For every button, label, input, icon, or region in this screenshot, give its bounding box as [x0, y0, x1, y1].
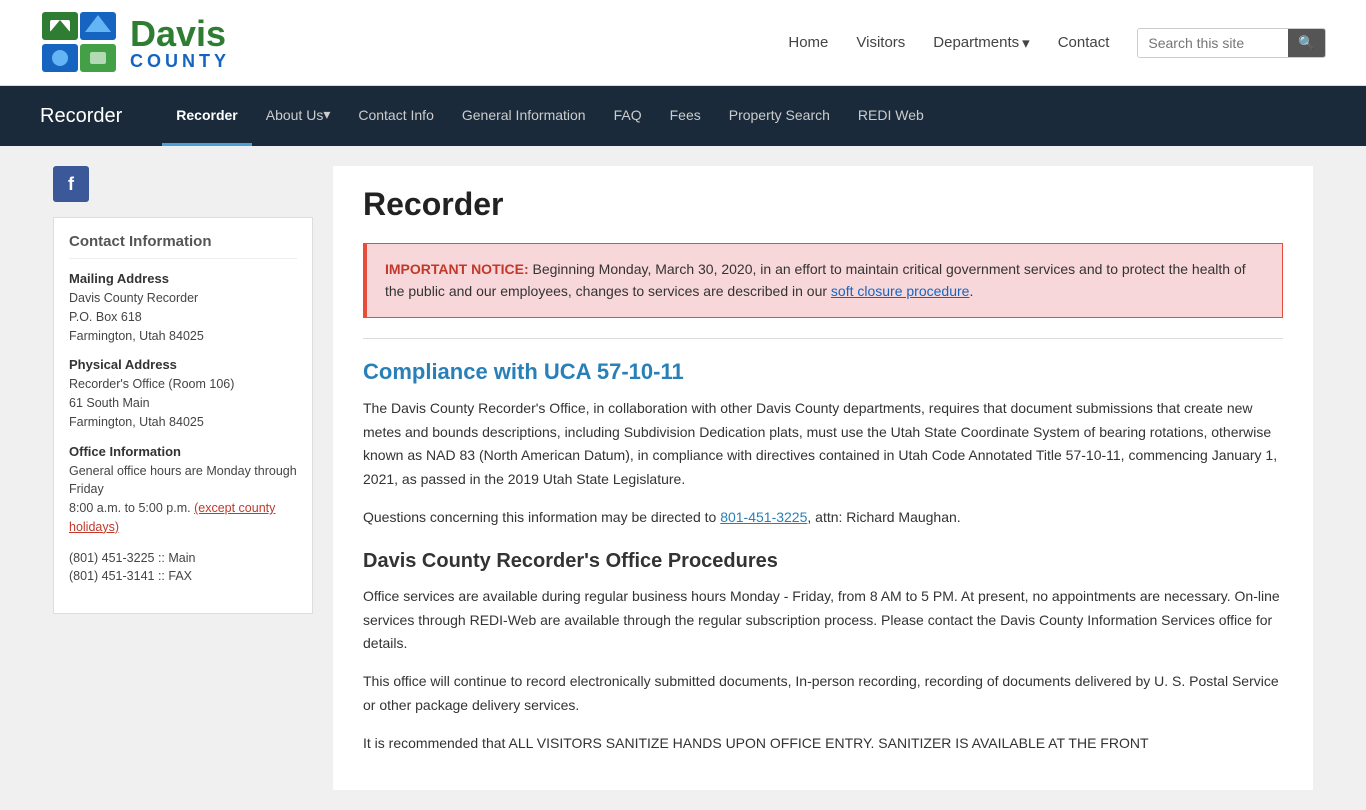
mailing-name: Davis County Recorder [69, 289, 297, 308]
nav-faq[interactable]: FAQ [600, 86, 656, 146]
mailing-address-section: Mailing Address Davis County Recorder P.… [69, 271, 297, 345]
main-content: f Contact Information Mailing Address Da… [33, 146, 1333, 810]
mailing-po: P.O. Box 618 [69, 308, 297, 327]
contact-box: Contact Information Mailing Address Davi… [53, 217, 313, 614]
notice-box: IMPORTANT NOTICE: Beginning Monday, Marc… [363, 243, 1283, 318]
chevron-down-icon: ▾ [323, 106, 330, 123]
section1-para2: Questions concerning this information ma… [363, 506, 1283, 530]
phone-main: (801) 451-3225 :: Main [69, 549, 297, 568]
physical-street: 61 South Main [69, 394, 297, 413]
physical-room: Recorder's Office (Room 106) [69, 375, 297, 394]
divider [363, 338, 1283, 339]
physical-city: Farmington, Utah 84025 [69, 413, 297, 432]
top-header: Davis COUNTY Home Visitors Departments ▾… [0, 0, 1366, 86]
nav-property-search[interactable]: Property Search [715, 86, 844, 146]
page-title: Recorder [363, 186, 1283, 223]
phone-fax: (801) 451-3141 :: FAX [69, 567, 297, 586]
office-info-section: Office Information General office hours … [69, 444, 297, 537]
logo-county: COUNTY [130, 52, 230, 70]
nav-general-information[interactable]: General Information [448, 86, 600, 146]
office-hours: General office hours are Monday through … [69, 462, 297, 500]
section1-phone-link[interactable]: 801-451-3225 [720, 509, 807, 525]
nav-fees[interactable]: Fees [656, 86, 715, 146]
nav-contact[interactable]: Contact [1058, 34, 1110, 51]
top-nav: Home Visitors Departments ▾ Contact 🔍 [788, 28, 1326, 58]
phone-section: (801) 451-3225 :: Main (801) 451-3141 ::… [69, 549, 297, 587]
section2-para1: Office services are available during reg… [363, 585, 1283, 656]
notice-link[interactable]: soft closure procedure [831, 283, 970, 299]
office-heading: Office Information [69, 444, 297, 459]
physical-heading: Physical Address [69, 357, 297, 372]
contact-box-title: Contact Information [69, 233, 297, 259]
sidebar: f Contact Information Mailing Address Da… [53, 166, 313, 790]
section-title: Recorder [40, 105, 122, 128]
notice-label: IMPORTANT NOTICE: [385, 261, 529, 277]
nav-departments[interactable]: Departments ▾ [933, 34, 1029, 52]
section1-para1: The Davis County Recorder's Office, in c… [363, 397, 1283, 492]
logo-davis: Davis [130, 16, 230, 52]
nav-about-us[interactable]: About Us ▾ [252, 86, 345, 146]
notice-end: . [969, 283, 973, 299]
facebook-icon: f [68, 174, 74, 195]
search-button[interactable]: 🔍 [1288, 29, 1325, 57]
section2-para3: It is recommended that ALL VISITORS SANI… [363, 732, 1283, 756]
nav-home[interactable]: Home [788, 34, 828, 51]
search-box: 🔍 [1137, 28, 1326, 58]
section2-heading: Davis County Recorder's Office Procedure… [363, 550, 1283, 573]
logo-area: Davis COUNTY [40, 10, 230, 75]
nav-recorder[interactable]: Recorder [162, 86, 251, 146]
facebook-button[interactable]: f [53, 166, 89, 202]
search-input[interactable] [1138, 29, 1288, 57]
mailing-city: Farmington, Utah 84025 [69, 327, 297, 346]
physical-address-section: Physical Address Recorder's Office (Room… [69, 357, 297, 431]
dark-nav-links: Recorder About Us ▾ Contact Info General… [162, 86, 1326, 146]
dark-nav: Recorder Recorder About Us ▾ Contact Inf… [0, 86, 1366, 146]
chevron-down-icon: ▾ [1022, 34, 1030, 52]
logo-text: Davis COUNTY [130, 16, 230, 70]
content-area: Recorder IMPORTANT NOTICE: Beginning Mon… [333, 166, 1313, 790]
section1-heading: Compliance with UCA 57-10-11 [363, 359, 1283, 385]
section2-para2: This office will continue to record elec… [363, 670, 1283, 718]
nav-contact-info[interactable]: Contact Info [344, 86, 448, 146]
nav-visitors[interactable]: Visitors [856, 34, 905, 51]
office-time: 8:00 a.m. to 5:00 p.m. (except county ho… [69, 499, 297, 537]
nav-redi-web[interactable]: REDI Web [844, 86, 938, 146]
logo-icon [40, 10, 120, 75]
search-icon: 🔍 [1298, 35, 1315, 50]
mailing-heading: Mailing Address [69, 271, 297, 286]
